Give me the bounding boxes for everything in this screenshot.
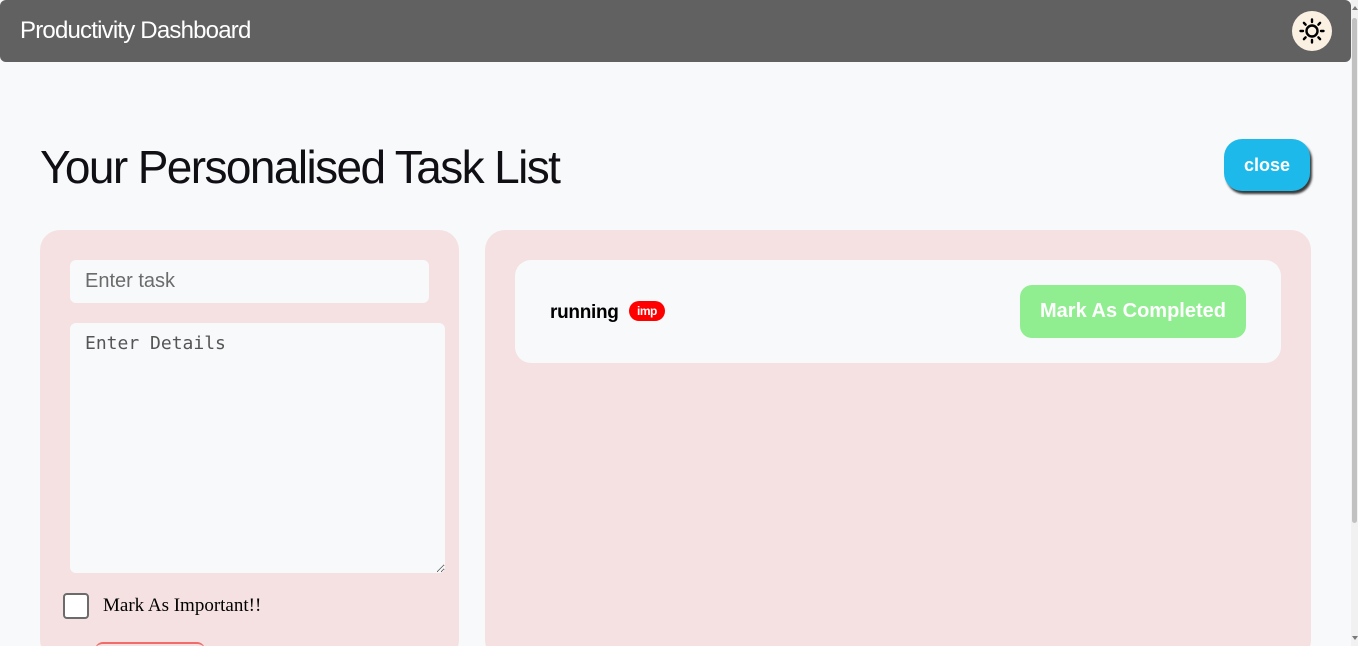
details-textarea[interactable] — [70, 323, 445, 573]
mark-important-label: Mark As Important!! — [103, 595, 262, 616]
page-scrollbar[interactable] — [1351, 0, 1358, 646]
mark-important-row[interactable]: Mark As Important!! — [63, 593, 261, 619]
top-navbar: Productivity Dashboard — [0, 0, 1351, 62]
page-title: Your Personalised Task List — [40, 141, 561, 193]
task-input[interactable] — [70, 260, 429, 303]
close-button[interactable]: close — [1224, 139, 1310, 191]
mark-completed-button[interactable]: Mark As Completed — [1020, 285, 1246, 338]
task-list-panel: running imp Mark As Completed — [485, 230, 1311, 646]
important-badge: imp — [629, 301, 665, 321]
add-task-button[interactable] — [95, 642, 205, 646]
scrollbar-thumb[interactable] — [1352, 18, 1357, 523]
task-form-panel: Mark As Important!! — [40, 230, 459, 646]
sun-icon — [1299, 18, 1325, 44]
task-card: running imp Mark As Completed — [515, 260, 1281, 363]
mark-important-checkbox[interactable] — [63, 593, 89, 619]
theme-toggle-button[interactable] — [1292, 11, 1332, 51]
app-title: Productivity Dashboard — [20, 17, 251, 44]
scroll-up-arrow-icon[interactable] — [1352, 6, 1358, 10]
task-name: running — [550, 302, 619, 323]
scroll-down-arrow-icon[interactable] — [1352, 636, 1358, 640]
